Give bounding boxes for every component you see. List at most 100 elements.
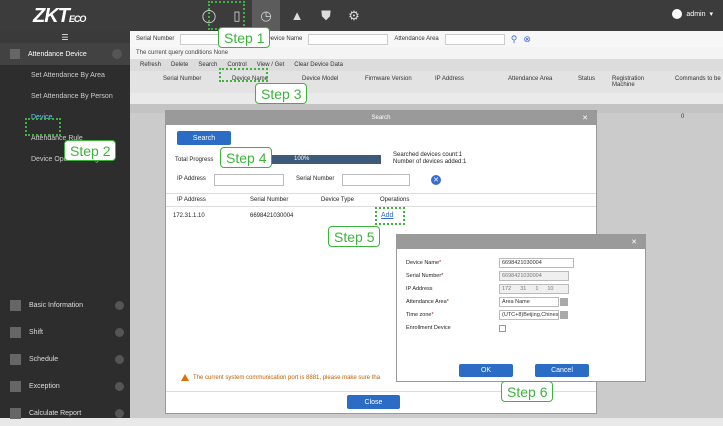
added-count: Number of devices added:1	[393, 159, 467, 165]
warning-icon	[181, 374, 189, 381]
refresh-button[interactable]: Refresh	[140, 62, 161, 68]
col-device-type: Device Type	[321, 197, 354, 203]
schedule-icon	[10, 353, 21, 365]
gear-icon[interactable]: ⚙	[340, 0, 368, 31]
logo: ZKTECO	[33, 5, 86, 27]
col-serial[interactable]: Serial Number	[163, 76, 201, 82]
step5-callout: Step 5	[328, 226, 381, 247]
top-bar: ZKTECO ◯ ▯ ◷ ▲ ⛊ ⚙ admin ▾	[0, 0, 723, 31]
chevron-down-icon: ▾	[709, 11, 713, 18]
col-ip[interactable]: IP Address	[435, 76, 464, 82]
area-select[interactable]: Area Name	[499, 297, 559, 307]
sidebar-item-set-attendance-by-person[interactable]: Set Attendance By Person	[0, 86, 130, 107]
username: admin	[686, 10, 706, 18]
exception-icon	[10, 380, 21, 392]
ok-button[interactable]: OK	[459, 364, 513, 377]
section-label: Attendance Device	[28, 50, 87, 58]
report-icon	[10, 407, 21, 419]
name-filter-input[interactable]	[308, 33, 389, 45]
elevator-icon[interactable]: ▲	[283, 0, 311, 31]
ip-filter-label: IP Address	[177, 176, 206, 182]
sidebar-section-attendance-device[interactable]: Attendance Device	[0, 43, 130, 65]
add-device-dialog: ✕ Device Name* 6698421030004 Serial Numb…	[396, 234, 646, 382]
serial-filter-label: Serial Number	[296, 176, 335, 182]
col-area[interactable]: Attendance Area	[508, 76, 552, 82]
search-devices-button[interactable]: Search	[177, 131, 231, 145]
col-status[interactable]: Status	[578, 76, 595, 82]
step5-highlight	[375, 207, 405, 225]
col-serial: Serial Number	[250, 197, 289, 203]
sidebar-module-shift[interactable]: Shift	[0, 319, 130, 345]
dropdown-icon[interactable]	[560, 298, 568, 306]
serial-filter-input[interactable]	[342, 174, 410, 186]
step6-callout: Step 6	[501, 381, 554, 402]
col-ip: IP Address	[177, 197, 206, 203]
col-commands[interactable]: Commands to be	[675, 76, 721, 82]
ip-filter-input[interactable]	[214, 174, 284, 186]
expand-icon	[115, 327, 124, 337]
expand-icon	[115, 300, 124, 310]
clear-device-data-button[interactable]: Clear Device Data	[294, 62, 343, 68]
step4-callout: Step 4	[220, 147, 273, 168]
search-button[interactable]: Search	[198, 62, 217, 68]
step1-highlight	[208, 1, 245, 30]
close-icon[interactable]: ✕	[631, 238, 637, 246]
avatar-icon	[672, 9, 683, 19]
query-conditions: The current query conditions None	[136, 50, 229, 56]
step1-callout: Step 1	[218, 27, 271, 48]
sidebar-module-basic-information[interactable]: Basic Information	[0, 292, 130, 318]
sidebar-item-set-attendance-by-area[interactable]: Set Attendance By Area	[0, 65, 130, 86]
shift-icon	[10, 326, 21, 338]
serial-label: Serial Number*	[406, 273, 444, 279]
device-name-input[interactable]: 6698421030004	[499, 258, 574, 268]
step3-highlight	[219, 68, 268, 82]
col-operations: Operations	[380, 197, 410, 203]
dropdown-icon[interactable]	[560, 311, 568, 319]
sidebar-module-exception[interactable]: Exception	[0, 373, 130, 399]
divider	[166, 193, 596, 194]
clear-icon[interactable]: ✕	[431, 175, 441, 185]
device-icon	[10, 49, 20, 59]
area-filter-label: Attendance Area	[394, 36, 439, 42]
sidebar: ☰ Attendance Device Set Attendance By Ar…	[0, 31, 130, 419]
ip-input: 172 31 1 10	[499, 284, 569, 294]
user-menu[interactable]: admin ▾	[672, 9, 713, 19]
area-filter-input[interactable]	[444, 33, 505, 45]
sidebar-module-schedule[interactable]: Schedule	[0, 346, 130, 372]
module-label: Shift	[29, 328, 44, 336]
col-registration[interactable]: Registration Machine	[612, 76, 652, 88]
cancel-button[interactable]: Cancel	[535, 364, 589, 377]
step2-callout: Step 2	[64, 140, 117, 161]
menu-collapse-icon[interactable]: ☰	[0, 31, 130, 43]
col-firmware[interactable]: Firmware Version	[365, 76, 412, 82]
shield-icon[interactable]: ⛊	[312, 0, 340, 31]
searched-count: Searched devices count:1	[393, 152, 463, 158]
expand-icon	[115, 408, 124, 418]
enrollment-checkbox[interactable]	[499, 325, 506, 332]
expand-icon	[115, 354, 124, 364]
col-device-model[interactable]: Device Model	[302, 76, 338, 82]
close-button[interactable]: Close	[347, 395, 400, 409]
close-icon[interactable]: ✕	[582, 114, 588, 122]
clear-icon[interactable]: ⊗	[523, 34, 531, 45]
row-ip: 172.31.1.10	[173, 213, 205, 219]
total-progress-label: Total Progress	[175, 157, 214, 163]
module-label: Calculate Report	[29, 409, 82, 417]
serial-input: 6698421030004	[499, 271, 569, 281]
timezone-select[interactable]: (UTC+8)Beijing,Chines	[499, 310, 559, 320]
sidebar-module-calculate-report[interactable]: Calculate Report	[0, 400, 130, 426]
collapse-icon	[112, 49, 122, 59]
enroll-label: Enrollment Device	[406, 325, 451, 331]
sidebar-item-device[interactable]: Device	[0, 107, 130, 128]
expand-icon	[115, 381, 124, 391]
serial-filter-label: Serial Number	[136, 36, 175, 42]
module-label: Basic Information	[29, 301, 84, 309]
delete-button[interactable]: Delete	[171, 62, 188, 68]
search-dialog-title: Search ✕	[166, 111, 596, 125]
search-icon[interactable]: ⚲	[511, 34, 518, 45]
device-name-label: Device Name*	[406, 260, 442, 266]
dialog-title-text: Search	[371, 115, 391, 121]
add-dialog-title: ✕	[397, 235, 645, 249]
info-icon	[10, 299, 21, 311]
warning-text: The current system communication port is…	[193, 374, 381, 381]
